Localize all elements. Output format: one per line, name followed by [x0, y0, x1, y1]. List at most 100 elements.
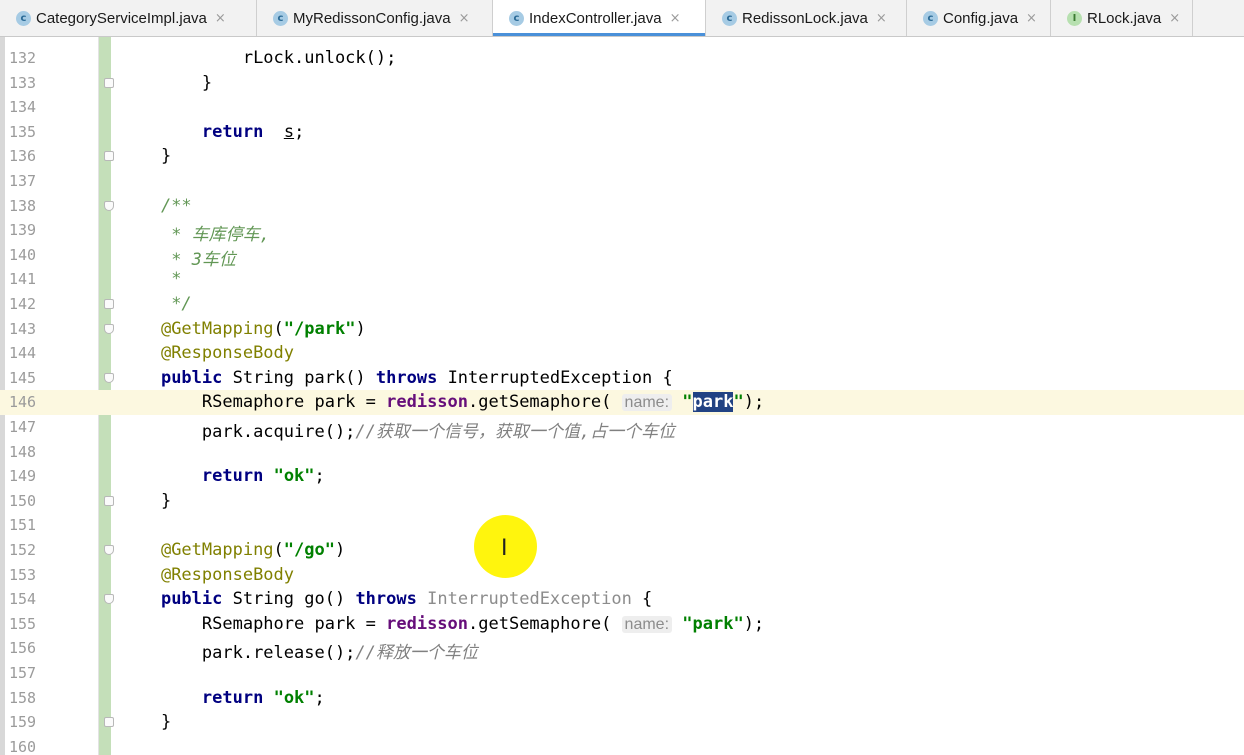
tab-redissonlock[interactable]: c RedissonLock.java × — [706, 0, 907, 36]
tab-label: Config.java — [943, 9, 1019, 27]
line-number: 159 — [9, 713, 37, 732]
fold-marker-icon[interactable] — [104, 77, 114, 88]
close-icon[interactable]: × — [670, 11, 681, 26]
code-token: public — [160, 589, 223, 610]
code-line[interactable]: 153 @ResponseBody — [0, 563, 1244, 588]
code-token: ) — [355, 318, 366, 339]
code-token: s — [283, 121, 295, 142]
line-number: 158 — [9, 688, 37, 707]
code-text: return "ok"; — [120, 688, 325, 708]
close-icon[interactable]: × — [215, 11, 226, 26]
code-token: redisson — [386, 392, 469, 413]
code-editor[interactable]: 132 rLock.unlock(); 133 } 134 135 return s… — [0, 37, 1244, 755]
code-line[interactable]: 148 — [0, 440, 1244, 465]
code-line[interactable]: 154 public String go() throws Interrupte… — [0, 587, 1244, 612]
code-line[interactable]: 149 return "ok"; — [0, 464, 1244, 489]
class-icon: c — [722, 10, 737, 26]
fold-marker-icon[interactable] — [104, 299, 114, 309]
code-token: InterruptedException — [427, 589, 632, 610]
code-line[interactable]: 138 /** — [0, 194, 1244, 219]
code-line[interactable]: 143 @GetMapping("/park") — [0, 317, 1244, 342]
tab-config[interactable]: c Config.java × — [907, 0, 1051, 36]
code-token: " — [682, 392, 693, 413]
class-icon: c — [273, 10, 288, 26]
code-line[interactable]: 133 } — [0, 71, 1244, 96]
close-icon[interactable]: × — [1026, 11, 1037, 26]
line-number: 151 — [9, 516, 37, 535]
tab-categoryserviceimpl[interactable]: c CategoryServiceImpl.java × — [0, 0, 257, 36]
code-line[interactable]: 142 */ — [0, 292, 1244, 317]
fold-marker-icon[interactable] — [104, 151, 114, 162]
code-token: redisson — [386, 613, 469, 634]
close-icon[interactable]: × — [459, 11, 470, 26]
fold-marker-icon[interactable] — [104, 200, 114, 211]
class-icon: c — [923, 10, 938, 26]
line-number: 133 — [9, 73, 37, 92]
code-line[interactable]: 140 * 3车位 — [0, 243, 1244, 270]
code-token: "ok" — [273, 466, 315, 487]
code-token: ( — [273, 318, 284, 339]
tab-myredissonconfig[interactable]: c MyRedissonConfig.java × — [257, 0, 493, 36]
code-line[interactable]: 137 — [0, 169, 1244, 194]
parameter-hint: name: — [621, 394, 673, 412]
code-line[interactable]: 136 } — [0, 144, 1244, 169]
code-token: } — [160, 490, 172, 511]
code-line[interactable]: 139 * 车库停车, — [0, 218, 1244, 245]
line-number: 136 — [9, 147, 37, 166]
class-icon: c — [16, 10, 31, 26]
tab-label: CategoryServiceImpl.java — [36, 9, 207, 27]
code-token: String go() — [222, 589, 356, 610]
line-number: 157 — [9, 664, 37, 682]
code-text: park.release();//释放一个车位 — [120, 638, 478, 663]
code-line[interactable]: 132 rLock.unlock(); — [0, 46, 1244, 71]
code-text: } — [120, 73, 212, 93]
code-line[interactable]: 158 return "ok"; — [0, 686, 1244, 711]
line-number: 156 — [9, 639, 37, 658]
code-line[interactable]: 155 RSemaphore park = redisson.getSemaph… — [0, 612, 1244, 637]
code-line[interactable]: 147 park.acquire();//获取一个信号，获取一个值,占一个车位 — [0, 415, 1244, 442]
close-icon[interactable]: × — [1169, 11, 1180, 26]
code-token: return — [201, 466, 264, 487]
line-number: 141 — [9, 270, 37, 289]
fold-marker-icon[interactable] — [104, 495, 114, 506]
code-line[interactable]: 160 — [0, 735, 1244, 755]
code-line[interactable]: 151 — [0, 513, 1244, 538]
code-line[interactable]: 159 } — [0, 710, 1244, 735]
code-line[interactable]: 141 * — [0, 267, 1244, 292]
code-line[interactable]: 135 return s; — [0, 120, 1244, 145]
code-line[interactable]: 150 } — [0, 489, 1244, 514]
line-number: 138 — [9, 196, 37, 215]
fold-marker-icon[interactable] — [104, 545, 114, 555]
line-number: 142 — [9, 295, 37, 313]
code-token: ); — [743, 392, 765, 413]
tab-indexcontroller[interactable]: c IndexController.java × — [493, 0, 706, 36]
code-line[interactable]: 152 @GetMapping("/go") — [0, 538, 1244, 563]
code-line[interactable]: 156 park.release();//释放一个车位 — [0, 636, 1244, 663]
code-text: } — [120, 712, 171, 732]
code-line[interactable]: 157 — [0, 661, 1244, 686]
code-token: "/park" — [283, 318, 356, 339]
code-line[interactable]: 146 RSemaphore park = redisson.getSemaph… — [0, 390, 1244, 415]
code-token: RSemaphore park = — [160, 392, 387, 413]
fold-marker-icon[interactable] — [104, 717, 114, 728]
fold-marker-icon[interactable] — [104, 323, 114, 334]
tab-rlock[interactable]: I RLock.java × — [1051, 0, 1193, 36]
fold-marker-icon[interactable] — [104, 594, 114, 605]
code-line[interactable]: 134 — [0, 95, 1244, 120]
close-icon[interactable]: × — [876, 11, 887, 26]
fold-marker-icon[interactable] — [104, 372, 114, 383]
parameter-hint: name: — [621, 615, 673, 633]
line-number: 135 — [9, 122, 37, 141]
code-token: public — [160, 367, 223, 388]
code-token: ( — [273, 540, 284, 560]
code-line[interactable]: 144 @ResponseBody — [0, 341, 1244, 366]
code-text: rLock.unlock(); — [120, 48, 397, 68]
code-line[interactable]: 145 public String park() throws Interrup… — [0, 366, 1244, 391]
